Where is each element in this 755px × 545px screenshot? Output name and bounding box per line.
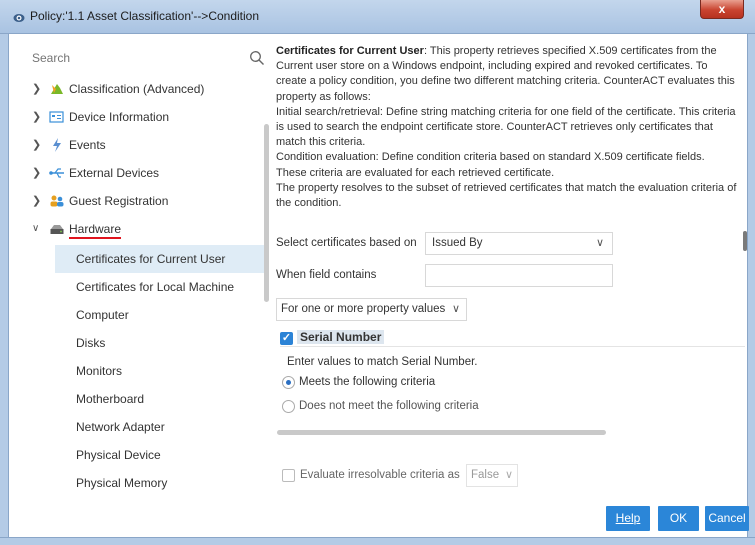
usb-icon: [49, 168, 64, 178]
app-logo-icon: [13, 14, 25, 22]
tree-child-computer[interactable]: Computer: [55, 301, 267, 329]
description-line: Initial search/retrieval: Define string …: [276, 105, 736, 149]
chevron-down-icon: ∨: [451, 303, 460, 315]
tree-item-device-information[interactable]: ❯ Device Information: [15, 103, 265, 131]
tree-child-physical-memory[interactable]: Physical Memory: [55, 469, 267, 492]
search-bar: [15, 42, 270, 74]
window-title: Policy:'1.1 Asset Classification'-->Cond…: [30, 9, 260, 23]
horizontal-scrollbar[interactable]: [277, 430, 606, 435]
tree-item-external-devices[interactable]: ❯ External Devices: [15, 159, 265, 187]
tree-child-physical-device[interactable]: Physical Device: [55, 441, 267, 469]
tree-child-motherboard[interactable]: Motherboard: [55, 385, 267, 413]
tree-child-network-adapter[interactable]: Network Adapter: [55, 413, 267, 441]
classification-icon: [51, 84, 63, 94]
field-contains-label: When field contains: [276, 269, 377, 281]
tree-item-label: Device Information: [69, 110, 170, 124]
chevron-down-icon: ∨: [504, 469, 513, 481]
chevron-down-icon: ∨: [595, 237, 604, 249]
chevron-right-icon: ❯: [32, 83, 42, 95]
hardware-icon: [50, 225, 64, 234]
description-line: Condition evaluation: Define condition c…: [276, 151, 705, 179]
field-contains-input[interactable]: [425, 264, 613, 287]
not-meet-criteria-label: Does not meet the following criteria: [299, 400, 479, 412]
window-titlebar: Policy:'1.1 Asset Classification'-->Cond…: [0, 0, 755, 34]
evaluate-value: False: [471, 469, 500, 481]
property-description: Certificates for Current User: This prop…: [276, 44, 738, 211]
tree-item-label: External Devices: [69, 166, 160, 180]
tree-item-guest-registration[interactable]: ❯ Guest Registration: [15, 187, 265, 215]
tree-child-monitors[interactable]: Monitors: [55, 357, 267, 385]
tree-item-label: Events: [69, 138, 106, 152]
tree-item-label: Guest Registration: [69, 194, 169, 208]
help-button[interactable]: Help: [606, 506, 650, 531]
serial-number-checkbox[interactable]: ✓: [280, 332, 293, 345]
search-input[interactable]: [15, 47, 255, 69]
chevron-right-icon: ❯: [32, 139, 42, 151]
description-title: Certificates for Current User: [276, 45, 424, 57]
evaluate-value-select[interactable]: False ∨: [466, 464, 518, 487]
cancel-button[interactable]: Cancel: [705, 506, 749, 531]
serial-number-hint: Enter values to match Serial Number.: [287, 356, 478, 368]
meets-criteria-label: Meets the following criteria: [299, 376, 436, 388]
tree-child-certificates-local-machine[interactable]: Certificates for Local Machine: [55, 273, 267, 301]
not-meet-criteria-radio[interactable]: [282, 400, 295, 413]
window-frame-bottom: [0, 537, 755, 545]
search-icon[interactable]: [249, 50, 265, 66]
certificate-field-value: Issued By: [432, 237, 483, 249]
ok-button[interactable]: OK: [658, 506, 699, 531]
select-certificates-label: Select certificates based on: [276, 237, 417, 249]
tree-item-classification[interactable]: ❯ Classification (Advanced): [15, 75, 265, 103]
chevron-down-icon: ∨: [32, 223, 40, 234]
chevron-right-icon: ❯: [32, 167, 42, 179]
tree-child-certificates-current-user[interactable]: Certificates for Current User: [55, 245, 267, 273]
property-values-select[interactable]: For one or more property values ∨: [276, 298, 467, 321]
guests-icon: [50, 195, 64, 207]
tree-scrollbar[interactable]: [264, 124, 269, 302]
close-button[interactable]: x: [700, 0, 744, 19]
tree-item-events[interactable]: ❯ Events: [15, 131, 265, 159]
hardware-label: Hardware: [69, 221, 122, 239]
window-frame-left: [0, 34, 9, 545]
tree-child-disks[interactable]: Disks: [55, 329, 267, 357]
serial-number-label: Serial Number: [297, 330, 385, 344]
certificate-field-select[interactable]: Issued By ∨: [425, 232, 613, 255]
serial-number-header: ✓ Serial Number: [280, 330, 745, 347]
device-info-icon: [49, 111, 64, 123]
tree-item-label: Classification (Advanced): [69, 82, 205, 96]
evaluate-irresolvable-label: Evaluate irresolvable criteria as: [300, 469, 460, 481]
meets-criteria-radio[interactable]: [282, 376, 295, 389]
help-button-label: Help: [615, 511, 641, 525]
window-frame-right: [747, 34, 755, 545]
events-icon: [53, 138, 61, 152]
tree-item-hardware[interactable]: ∨ Hardware: [15, 215, 265, 243]
property-values-value: For one or more property values: [281, 303, 446, 315]
tree-item-label: Hardware: [69, 215, 122, 243]
chevron-right-icon: ❯: [32, 195, 42, 207]
property-tree-panel: ❯ Classification (Advanced) ❯ Device Inf…: [15, 42, 270, 492]
form-scrollbar[interactable]: [743, 231, 747, 251]
evaluate-irresolvable-checkbox[interactable]: [282, 469, 295, 482]
description-line: The property resolves to the subset of r…: [276, 181, 737, 210]
chevron-right-icon: ❯: [32, 111, 42, 123]
